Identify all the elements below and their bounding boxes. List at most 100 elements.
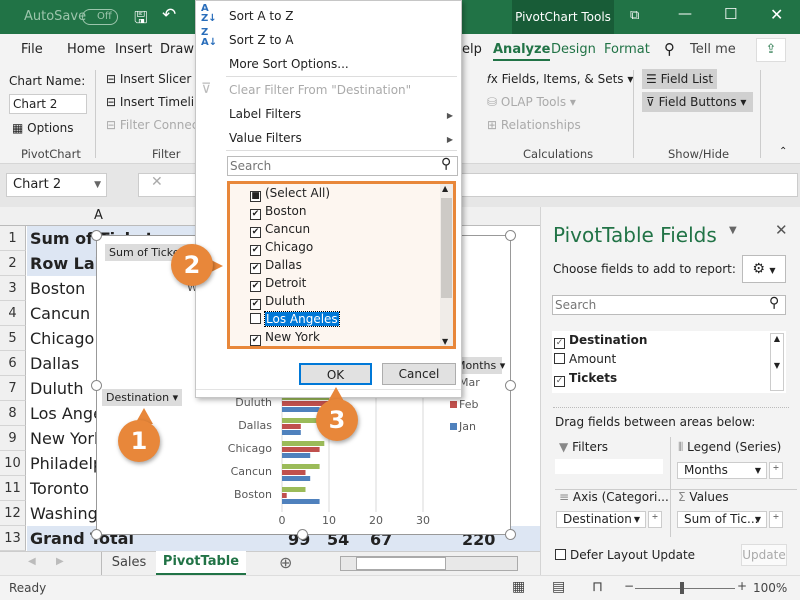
relationships-button[interactable]: ⊞ Relationships (487, 118, 581, 132)
move-stepper[interactable]: ÷ (648, 511, 662, 528)
options-button[interactable]: ▦ Options (12, 121, 73, 135)
normal-view-icon[interactable]: ▦ (512, 579, 525, 595)
row-header[interactable]: 11 (0, 476, 26, 501)
row-header[interactable]: 8 (0, 401, 26, 426)
filter-item[interactable]: ✔ Chicago (250, 238, 313, 256)
row-header[interactable]: 3 (0, 276, 26, 301)
resize-handle[interactable] (91, 529, 102, 540)
chart-name-input[interactable]: Chart 2 (9, 94, 87, 114)
legend-field-dropdown[interactable]: Months ▼ (677, 462, 767, 479)
checkbox[interactable] (554, 353, 565, 364)
gear-icon[interactable]: ⚙ ▼ (742, 255, 786, 283)
ribbon-display-icon[interactable]: ⧉ (630, 8, 639, 23)
row-header[interactable]: 4 (0, 301, 26, 326)
bar-feb[interactable] (282, 424, 301, 429)
row-header[interactable]: 12 (0, 501, 26, 526)
tab-analyze[interactable]: Analyze (493, 42, 551, 61)
field-list-scrollbar[interactable]: ▲ ▼ (770, 333, 784, 391)
tab-home[interactable]: Home (67, 42, 105, 57)
filters-drop-area[interactable] (555, 459, 663, 474)
bar-feb[interactable] (282, 447, 320, 452)
ok-button[interactable]: OK (299, 363, 372, 385)
checkbox[interactable]: ✔ (250, 245, 261, 256)
checkbox[interactable]: ✔ (250, 263, 261, 274)
zoom-slider-thumb[interactable] (680, 582, 684, 594)
filter-item[interactable]: ✔ Cancun (250, 220, 310, 238)
row-header[interactable]: 6 (0, 351, 26, 376)
field-list-button[interactable]: ☰ Field List (642, 69, 718, 89)
resize-handle[interactable] (505, 230, 516, 241)
values-field-dropdown[interactable]: Sum of Tic... ▼ (677, 511, 767, 528)
minimize-icon[interactable]: — (678, 6, 692, 22)
close-icon[interactable]: ✕ (770, 5, 783, 24)
label-filters[interactable]: Label Filters (229, 107, 301, 121)
value-filters[interactable]: Value Filters (229, 131, 302, 145)
autosave-toggle[interactable]: Off (82, 9, 118, 25)
row-header[interactable]: 10 (0, 451, 26, 476)
sort-z-to-a[interactable]: Sort Z to A (229, 33, 294, 47)
checkbox[interactable]: ✔ (250, 335, 261, 346)
filter-connections-button[interactable]: ⊟ Filter Connections (106, 118, 196, 132)
sheet-tab-pivottable[interactable]: PivotTable (156, 551, 246, 575)
checkbox[interactable] (250, 313, 261, 324)
scroll-left-icon[interactable]: ◀ (28, 556, 36, 567)
field-search-input[interactable] (552, 295, 786, 315)
save-icon[interactable]: 🖫 (134, 7, 148, 34)
fields-items-sets-button[interactable]: 𝑓x Fields, Items, & Sets ▾ (487, 72, 633, 87)
tab-file[interactable]: File (21, 42, 43, 57)
list-scrollbar[interactable]: ▲ ▼ (440, 184, 453, 346)
bar-mar[interactable] (282, 418, 320, 423)
row-header[interactable]: 9 (0, 426, 26, 451)
zoom-level[interactable]: 100% (753, 581, 787, 595)
filter-item[interactable]: Los Angeles (250, 310, 340, 328)
tab-design[interactable]: Design (551, 42, 596, 57)
undo-icon[interactable]: ↶ (162, 5, 176, 25)
defer-layout-checkbox[interactable]: Defer Layout Update (555, 548, 695, 562)
olap-tools-button[interactable]: ⛁ OLAP Tools ▾ (487, 95, 576, 109)
sort-a-to-z[interactable]: Sort A to Z (229, 9, 294, 23)
row-header[interactable]: 5 (0, 326, 26, 351)
horizontal-scrollbar[interactable] (340, 556, 518, 571)
cancel-icon[interactable]: ✕ (151, 174, 163, 190)
row-header[interactable]: 7 (0, 376, 26, 401)
checkbox[interactable]: ■ (250, 191, 261, 202)
bar-jan[interactable] (282, 476, 311, 481)
resize-handle[interactable] (91, 230, 102, 241)
insert-timeline-button[interactable]: ⊟ Insert Timeline (106, 95, 196, 109)
resize-handle[interactable] (91, 380, 102, 391)
bar-mar[interactable] (282, 441, 325, 446)
maximize-icon[interactable]: ☐ (724, 5, 737, 23)
checkbox[interactable]: ✓ (554, 338, 565, 349)
insert-slicer-button[interactable]: ⊟ Insert Slicer (106, 72, 191, 86)
checkbox[interactable]: ✓ (554, 376, 565, 387)
checkbox[interactable]: ✔ (250, 299, 261, 310)
filter-item[interactable]: ✔ New York (250, 328, 320, 346)
column-header-a[interactable]: A (94, 208, 103, 223)
zoom-in-icon[interactable]: + (737, 579, 747, 593)
bar-jan[interactable] (282, 453, 311, 458)
checkbox[interactable]: ✔ (250, 209, 261, 220)
sheet-tab-sales[interactable]: Sales (101, 552, 156, 575)
row-header[interactable]: 13 (0, 526, 26, 551)
scroll-right-icon[interactable]: ▶ (56, 556, 64, 567)
bar-jan[interactable] (282, 499, 320, 504)
row-header[interactable]: 1 (0, 226, 26, 251)
bar-feb[interactable] (282, 470, 306, 475)
tell-me[interactable]: Tell me (690, 42, 736, 57)
move-stepper[interactable]: ÷ (769, 511, 783, 528)
filter-item[interactable]: ✔ Dallas (250, 256, 302, 274)
resize-handle[interactable] (297, 529, 308, 540)
filter-item[interactable]: ✔ Duluth (250, 292, 305, 310)
checkbox[interactable]: ✔ (250, 281, 261, 292)
bar-mar[interactable] (282, 487, 306, 492)
filter-search-input[interactable] (227, 156, 458, 176)
checkbox[interactable]: ✔ (250, 227, 261, 238)
share-icon[interactable]: ⇪ (756, 38, 786, 62)
add-sheet-icon[interactable]: ⊕ (279, 553, 292, 572)
tab-help[interactable]: elp (462, 42, 482, 57)
filter-item[interactable]: ✔ Detroit (250, 274, 306, 292)
field-item-amount[interactable]: Amount (554, 352, 616, 366)
axis-field-dropdown[interactable]: Destination ▼ (556, 511, 646, 528)
resize-handle[interactable] (505, 380, 516, 391)
clear-filter[interactable]: Clear Filter From "Destination" (229, 83, 411, 97)
